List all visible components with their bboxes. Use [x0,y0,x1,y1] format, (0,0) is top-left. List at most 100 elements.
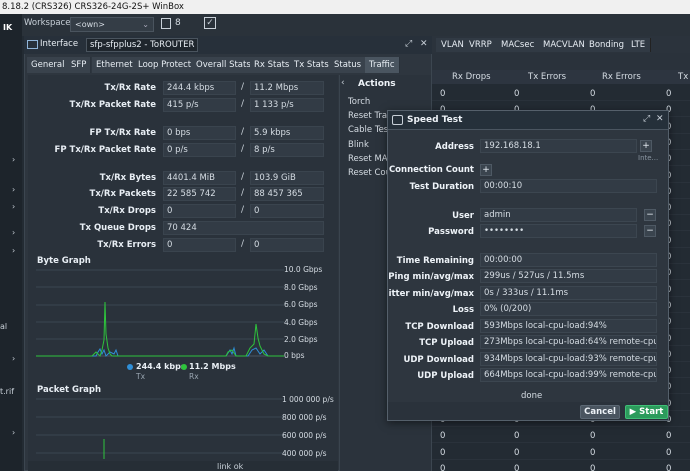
tab-rx-stats[interactable]: Rx Stats [250,57,295,73]
rx-packet-rate-field: 1 133 p/s [250,98,324,112]
chevron-right-icon[interactable]: › [12,246,15,255]
workspace-value: <own> [75,20,105,29]
actions-toggle-icon[interactable]: ‹ [341,78,345,88]
speed-test-icon [392,115,403,125]
packet-graph [36,398,284,459]
tab-vrrp[interactable]: VRRP [464,38,498,52]
table-cell: 0 [590,463,596,471]
column-header[interactable]: Tx [678,72,688,82]
sidebar-item-label[interactable]: al [0,322,7,331]
tab-loop-protect[interactable]: Loop Protect [134,57,197,73]
test-duration-field[interactable]: 00:00:10 [480,179,657,193]
fp-tx-rate-field: 0 bps [163,126,236,140]
interface-tabs: General SFP Ethernet Loop Protect Overal… [25,57,431,74]
remove-icon[interactable]: − [644,225,656,237]
detach-icon[interactable]: ⤢ [643,114,650,124]
fp-tx-packet-rate-field: 0 p/s [163,143,236,157]
tx-legend-value: 244.4 kbps [136,362,186,371]
table-row[interactable]: 0 0 0 0 [432,445,690,460]
tx-rx-drops-label: Tx/Rx Drops [98,206,156,216]
time-remaining-label: Time Remaining [396,256,474,266]
table-cell: 0 [514,89,520,99]
chevron-right-icon[interactable]: › [12,228,15,237]
sidebar-item-label[interactable]: t.rif [0,387,14,396]
tab-bonding[interactable]: Bonding [584,38,630,52]
column-header[interactable]: Rx Drops [452,72,491,82]
address-hint: Inte... [638,154,659,162]
column-header[interactable]: Rx Errors [602,72,641,82]
add-connection-icon[interactable]: + [480,164,492,176]
tab-lte[interactable]: LTE [626,38,652,52]
desktops-count: 8 [175,18,181,28]
action-cable-test[interactable]: Cable Test [348,125,392,135]
table-cell: 0 [666,447,672,458]
tcp-upload-label: TCP Upload [419,338,474,348]
connection-count-label: Connection Count [388,165,474,175]
table-cell: 0 [440,447,446,458]
tab-sfp[interactable]: SFP [67,57,92,73]
tab-macvlan[interactable]: MACVLAN [538,38,591,52]
desktops-icon[interactable] [161,18,171,29]
table-cell: 0 [666,89,672,99]
tab-tx-stats[interactable]: Tx Stats [290,57,334,73]
user-label: User [452,211,474,221]
time-remaining-field: 00:00:00 [480,253,657,267]
action-torch[interactable]: Torch [348,97,370,107]
fp-rx-rate-field: 5.9 kbps [250,126,324,140]
tx-legend-label: Tx [136,372,146,381]
chevron-right-icon[interactable]: › [12,202,15,211]
table-cell: 0 [514,447,520,458]
add-icon[interactable]: + [640,140,652,152]
table-cell: 0 [514,463,520,471]
table-row[interactable]: 0 0 0 0 [432,428,690,444]
tab-ethernet[interactable]: Ethernet [92,57,138,73]
tab-macsec[interactable]: MACsec [496,38,541,52]
y-tick: 8.0 Gbps [284,283,318,292]
y-tick: 1 000 000 p/s [282,395,334,404]
window-titlebar: 8.18.2 (CRS326) CRS326-24G-2S+ WinBox [0,0,690,14]
logo-text: IK [3,23,13,32]
window-icon [27,40,38,49]
chevron-right-icon[interactable]: › [12,185,15,194]
tx-rate-field: 244.4 kbps [163,81,236,95]
udp-download-label: UDP Download [403,355,474,365]
table-cell: 0 [440,89,446,99]
tx-packets-field: 22 585 742 [163,187,236,201]
password-field[interactable]: •••••••• [480,224,637,238]
left-sidebar: IK › › › › › al › t.rif › [0,14,22,471]
jitter-label: Jitter min/avg/max [387,289,474,299]
checkbox-icon[interactable]: ✓ [204,17,216,29]
chevron-down-icon: ⌄ [142,20,149,29]
user-field[interactable]: admin [480,208,637,222]
column-header[interactable]: Tx Errors [528,72,566,82]
table-cell: 0 [666,463,672,471]
loss-field: 0% (0/200) [480,302,657,316]
start-button[interactable]: ▶ Start [625,405,668,419]
udp-upload-field: 664Mbps local-cpu-load:99% remote-cpu-lo [480,368,657,382]
chevron-right-icon[interactable]: › [12,428,15,437]
tab-status[interactable]: Status [330,57,367,73]
cancel-button[interactable]: Cancel [580,405,620,419]
workspace-select[interactable]: <own> ⌄ [70,17,154,32]
y-tick: 6.0 Gbps [284,300,318,309]
table-cell: 0 [666,431,672,442]
tab-general[interactable]: General [27,57,70,73]
tab-traffic[interactable]: Traffic [365,57,400,73]
speed-test-dialog: Speed Test ⤢ ✕ Address 192.168.18.1 + In… [387,110,669,421]
action-blink[interactable]: Blink [348,140,369,150]
table-row[interactable]: 0 0 0 0 [432,461,690,471]
dialog-titlebar: Speed Test ⤢ ✕ [388,111,668,130]
detach-icon[interactable]: ⤢ [405,39,412,49]
chevron-right-icon[interactable]: › [12,155,15,164]
address-field[interactable]: 192.168.18.1 [480,139,637,153]
chevron-right-icon[interactable]: › [12,354,15,363]
close-icon[interactable]: ✕ [420,39,428,49]
tx-rx-packets-label: Tx/Rx Packets [89,189,156,199]
interface-titlebar: Interface sfp-sfpplus2 - ToROUTER ⤢ ✕ [24,36,432,54]
table-row[interactable]: 0 0 0 0 [432,86,690,101]
rx-legend-label: Rx [189,372,199,381]
password-label: Password [428,227,474,237]
close-icon[interactable]: ✕ [656,114,664,124]
remove-icon[interactable]: − [644,209,656,221]
tab-overall-stats[interactable]: Overall Stats [192,57,256,73]
